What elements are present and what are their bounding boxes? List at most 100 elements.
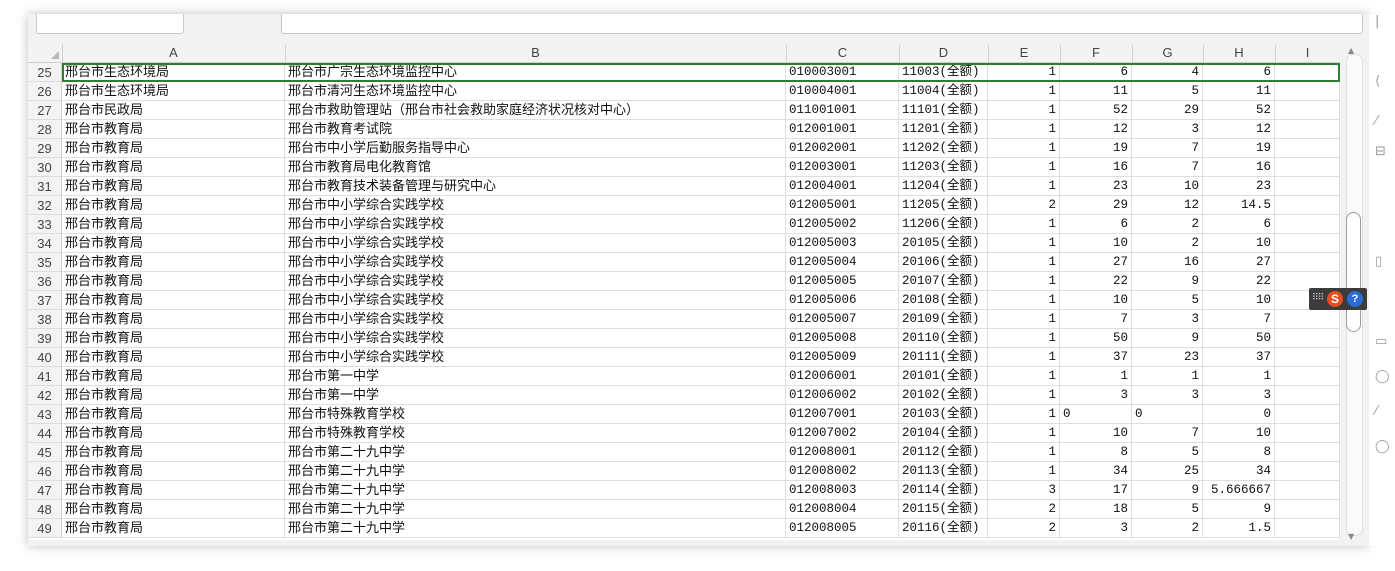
cell-c[interactable]: 010004001 (786, 82, 899, 101)
cell-b[interactable]: 邢台市清河生态环境监控中心 (285, 82, 786, 101)
row-number[interactable]: 38 (28, 310, 62, 329)
cell-i[interactable] (1275, 139, 1340, 158)
cell-d[interactable]: 20116(全额) (899, 519, 988, 538)
column-header-f[interactable]: F (1060, 44, 1133, 62)
cell-b[interactable]: 邢台市第二十九中学 (285, 481, 786, 500)
cell-b[interactable]: 邢台市中小学综合实践学校 (285, 348, 786, 367)
cell-g[interactable]: 4 (1132, 63, 1203, 82)
cell-a[interactable]: 邢台市教育局 (62, 177, 285, 196)
cell-g[interactable]: 12 (1132, 196, 1203, 215)
cell-h[interactable]: 10 (1203, 424, 1275, 443)
cell-b[interactable]: 邢台市中小学综合实践学校 (285, 196, 786, 215)
cell-g[interactable]: 2 (1132, 215, 1203, 234)
cell-a[interactable]: 邢台市教育局 (62, 500, 285, 519)
cell-f[interactable]: 22 (1060, 272, 1132, 291)
cell-h[interactable]: 5.666667 (1203, 481, 1275, 500)
cell-g[interactable]: 10 (1132, 177, 1203, 196)
cell-d[interactable]: 11004(全额) (899, 82, 988, 101)
cell-i[interactable] (1275, 367, 1340, 386)
cell-i[interactable] (1275, 329, 1340, 348)
row-number[interactable]: 25 (28, 63, 62, 82)
cell-g[interactable]: 2 (1132, 234, 1203, 253)
cell-h[interactable]: 1.5 (1203, 519, 1275, 538)
row-number[interactable]: 35 (28, 253, 62, 272)
cell-f[interactable]: 18 (1060, 500, 1132, 519)
cell-h[interactable]: 50 (1203, 329, 1275, 348)
cell-c[interactable]: 012005009 (786, 348, 899, 367)
cell-g[interactable]: 25 (1132, 462, 1203, 481)
cell-b[interactable]: 邢台市教育考试院 (285, 120, 786, 139)
cell-f[interactable]: 0 (1060, 405, 1132, 424)
cell-d[interactable]: 20101(全额) (899, 367, 988, 386)
cell-f[interactable]: 3 (1060, 519, 1132, 538)
row-number[interactable]: 33 (28, 215, 62, 234)
cell-e[interactable]: 1 (988, 291, 1060, 310)
cell-f[interactable]: 23 (1060, 177, 1132, 196)
cell-b[interactable]: 邢台市第二十九中学 (285, 500, 786, 519)
cell-h[interactable]: 34 (1203, 462, 1275, 481)
row-number[interactable]: 44 (28, 424, 62, 443)
cell-c[interactable]: 010003001 (786, 63, 899, 82)
cell-e[interactable]: 1 (988, 139, 1060, 158)
row-number[interactable]: 27 (28, 101, 62, 120)
column-header-h[interactable]: H (1203, 44, 1276, 62)
cell-f[interactable]: 7 (1060, 310, 1132, 329)
row-number[interactable]: 28 (28, 120, 62, 139)
cell-a[interactable]: 邢台市教育局 (62, 405, 285, 424)
cell-f[interactable]: 10 (1060, 291, 1132, 310)
cell-e[interactable]: 1 (988, 158, 1060, 177)
cell-f[interactable]: 27 (1060, 253, 1132, 272)
cell-f[interactable]: 12 (1060, 120, 1132, 139)
cell-h[interactable]: 22 (1203, 272, 1275, 291)
cell-b[interactable]: 邢台市中小学综合实践学校 (285, 291, 786, 310)
row-number[interactable]: 46 (28, 462, 62, 481)
cell-d[interactable]: 11201(全额) (899, 120, 988, 139)
cell-c[interactable]: 012005002 (786, 215, 899, 234)
cell-c[interactable]: 012005005 (786, 272, 899, 291)
cell-i[interactable] (1275, 158, 1340, 177)
cell-b[interactable]: 邢台市教育局电化教育馆 (285, 158, 786, 177)
cell-c[interactable]: 012007002 (786, 424, 899, 443)
cell-i[interactable] (1275, 462, 1340, 481)
cell-e[interactable]: 1 (988, 234, 1060, 253)
sogou-s-icon[interactable]: S (1327, 291, 1343, 307)
row-number[interactable]: 43 (28, 405, 62, 424)
cell-f[interactable]: 6 (1060, 63, 1132, 82)
cell-g[interactable]: 5 (1132, 500, 1203, 519)
cell-b[interactable]: 邢台市中小学综合实践学校 (285, 215, 786, 234)
cell-i[interactable] (1275, 234, 1340, 253)
cell-a[interactable]: 邢台市教育局 (62, 196, 285, 215)
cell-c[interactable]: 012007001 (786, 405, 899, 424)
cell-e[interactable]: 1 (988, 329, 1060, 348)
cell-f[interactable]: 10 (1060, 234, 1132, 253)
cell-h[interactable]: 52 (1203, 101, 1275, 120)
cell-a[interactable]: 邢台市教育局 (62, 291, 285, 310)
cell-h[interactable]: 7 (1203, 310, 1275, 329)
cell-a[interactable]: 邢台市生态环境局 (62, 63, 285, 82)
cell-c[interactable]: 012008004 (786, 500, 899, 519)
cell-e[interactable]: 3 (988, 481, 1060, 500)
cell-d[interactable]: 20107(全额) (899, 272, 988, 291)
cell-c[interactable]: 012008005 (786, 519, 899, 538)
cell-d[interactable]: 20105(全额) (899, 234, 988, 253)
cell-b[interactable]: 邢台市第二十九中学 (285, 443, 786, 462)
cell-h[interactable]: 6 (1203, 63, 1275, 82)
cell-h[interactable]: 3 (1203, 386, 1275, 405)
name-box[interactable] (36, 14, 184, 34)
row-number[interactable]: 47 (28, 481, 62, 500)
cell-f[interactable]: 37 (1060, 348, 1132, 367)
cell-i[interactable] (1275, 63, 1340, 82)
cell-d[interactable]: 20110(全额) (899, 329, 988, 348)
cell-i[interactable] (1275, 120, 1340, 139)
cell-e[interactable]: 1 (988, 386, 1060, 405)
column-header-e[interactable]: E (988, 44, 1061, 62)
cell-i[interactable] (1275, 177, 1340, 196)
cell-c[interactable]: 012008002 (786, 462, 899, 481)
cell-f[interactable]: 1 (1060, 367, 1132, 386)
cell-d[interactable]: 20102(全额) (899, 386, 988, 405)
cell-i[interactable] (1275, 443, 1340, 462)
horizontal-scrollbar[interactable] (28, 540, 1340, 546)
cell-i[interactable] (1275, 424, 1340, 443)
cell-a[interactable]: 邢台市教育局 (62, 253, 285, 272)
cell-i[interactable] (1275, 500, 1340, 519)
